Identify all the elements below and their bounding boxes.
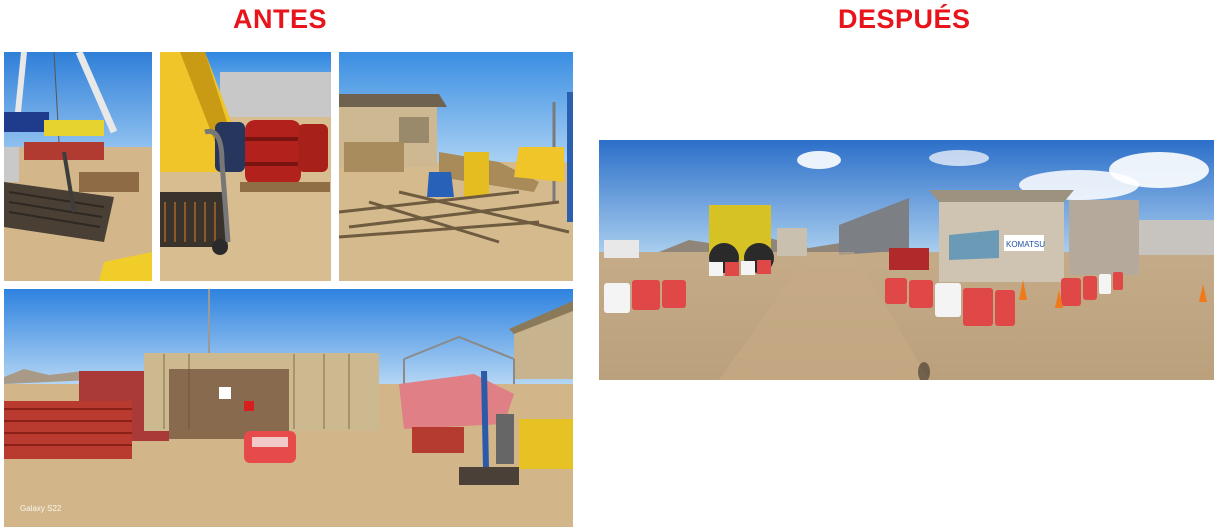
before-photo-drums xyxy=(160,52,331,281)
before-photo-cabin xyxy=(339,52,573,281)
before-photo-yard: Galaxy S22 xyxy=(4,289,573,527)
camera-watermark: Galaxy S22 xyxy=(20,504,62,513)
before-photo-crane xyxy=(4,52,152,281)
before-heading: ANTES xyxy=(233,4,328,34)
after-photo-panorama: KOMATSU xyxy=(599,140,1214,380)
komatsu-sign: KOMATSU xyxy=(1006,240,1045,249)
after-heading: DESPUÉS xyxy=(838,4,971,34)
